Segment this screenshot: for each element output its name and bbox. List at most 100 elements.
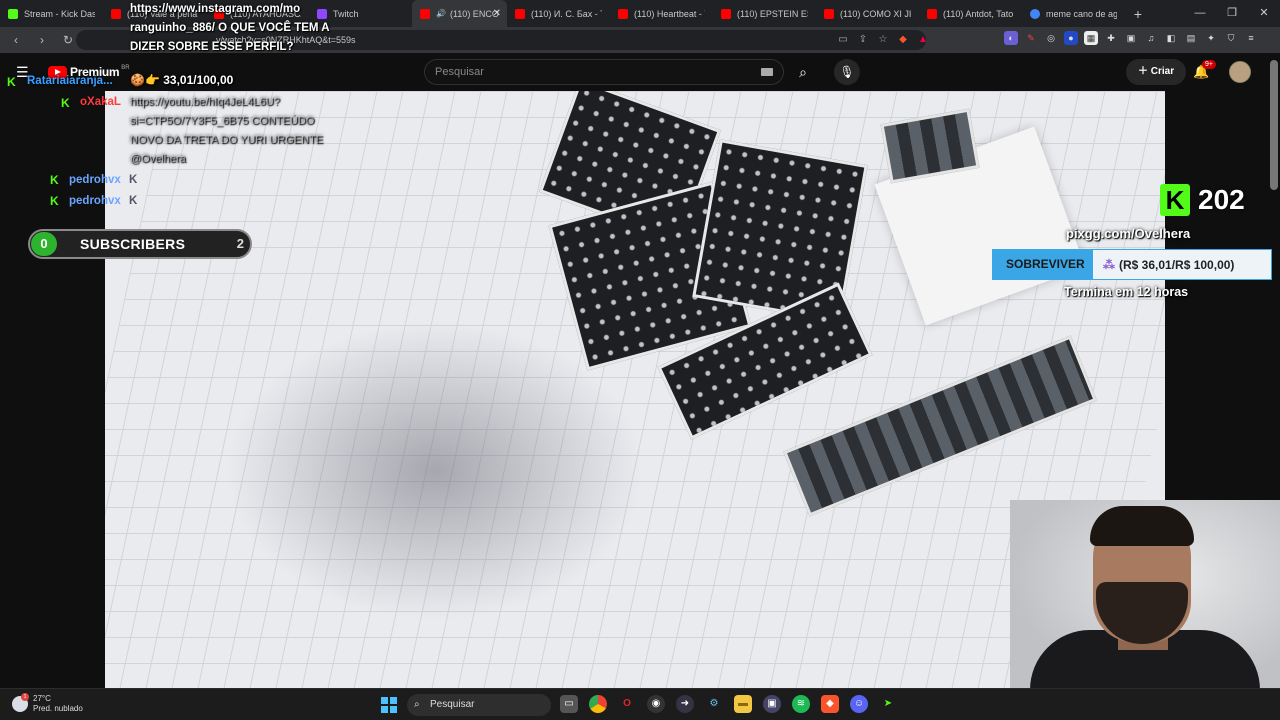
microphone-icon: 🎙 xyxy=(839,65,855,79)
goal-value: (R$ 36,01/R$ 100,00) xyxy=(1119,258,1235,272)
opera-icon[interactable]: O xyxy=(618,695,636,713)
pen-extension-icon[interactable]: ✎ xyxy=(1024,31,1038,45)
youtube-favicon-icon xyxy=(927,8,937,19)
notification-badge: 9+ xyxy=(1202,60,1216,69)
brave-icon[interactable]: ◆ xyxy=(821,695,839,713)
windows-taskbar: 1 27°C Pred. nublado ⌕ Pesquisar ▭ O ◉ ➜ ⚙… xyxy=(0,688,1280,720)
kick-badge-icon: K xyxy=(7,75,16,89)
vpn-extension-icon[interactable]: ● xyxy=(1064,31,1078,45)
arrow-app-icon[interactable]: ➜ xyxy=(676,695,694,713)
google-favicon-icon xyxy=(1030,8,1040,19)
obs-icon[interactable]: ◉ xyxy=(647,695,665,713)
forward-icon[interactable]: › xyxy=(32,33,52,47)
goal-value-box: ⁂ (R$ 36,01/R$ 100,00) xyxy=(1092,249,1272,280)
bookmark-star-icon[interactable]: ☆ xyxy=(876,33,890,47)
extension-icon[interactable]: ◐ xyxy=(1004,31,1018,45)
temperature: 27°C xyxy=(33,694,51,703)
brave-rewards-icon[interactable]: ▲ xyxy=(916,33,930,47)
goal-label: SOBREVIVER xyxy=(992,249,1092,280)
tab-youtube-3[interactable]: (110) И. С. Бах - To xyxy=(507,0,610,27)
browser-menu-icon[interactable]: ≡ xyxy=(1244,31,1258,45)
chat-message: K xyxy=(129,174,138,186)
youtube-favicon-icon xyxy=(420,8,430,19)
cloud-icon: 1 xyxy=(12,693,29,712)
glasses-extension-icon[interactable]: ◎ xyxy=(1044,31,1058,45)
taskbar-search-placeholder: Pesquisar xyxy=(430,699,475,710)
create-button[interactable]: ＋ Criar xyxy=(1126,59,1187,85)
puzzle-extensions-icon[interactable]: ✚ xyxy=(1104,31,1118,45)
new-tab-button[interactable]: + xyxy=(1125,6,1151,22)
back-icon[interactable]: ‹ xyxy=(6,33,26,47)
create-label: Criar xyxy=(1150,66,1175,77)
youtube-favicon-icon xyxy=(111,8,121,19)
folder-icon[interactable]: ▬ xyxy=(734,695,752,713)
progress-text: 33,01/100,00 xyxy=(163,73,234,87)
weather-widget[interactable]: 1 27°C Pred. nublado xyxy=(12,693,83,714)
cookie-pointer-icon: 🍪👉 xyxy=(130,73,164,87)
subscribers-current: 0 xyxy=(31,232,57,256)
search-placeholder: Pesquisar xyxy=(435,66,484,78)
media-control-icon[interactable]: ♫ xyxy=(1144,31,1158,45)
chrome-icon[interactable] xyxy=(589,695,607,713)
wallet-icon[interactable]: ▤ xyxy=(1184,31,1198,45)
tab-youtube-4[interactable]: (110) Heartbeat - Yo xyxy=(610,0,713,27)
tab-youtube-7[interactable]: (110) Antdot, Tato, xyxy=(919,0,1022,27)
vpn-shield-icon[interactable]: ⛉ xyxy=(1224,31,1238,45)
spotify-icon[interactable]: ≋ xyxy=(792,695,810,713)
person-hair xyxy=(1090,506,1194,546)
cast-icon[interactable]: ▭ xyxy=(836,33,850,47)
weather-badge: 1 xyxy=(21,693,29,701)
youtube-favicon-icon xyxy=(515,8,525,19)
search-input[interactable]: Pesquisar xyxy=(424,59,784,85)
tab-google[interactable]: meme cano de agu xyxy=(1022,0,1125,27)
goal-ends-text: Termina em 12 horas xyxy=(1064,285,1189,299)
tab-active-youtube[interactable]: 🔊 (110) ENCO ✕ xyxy=(412,0,507,27)
people-icon: ⁂ xyxy=(1103,258,1115,272)
kick-app-icon[interactable]: ➤ xyxy=(879,695,897,713)
brave-shield-icon[interactable]: ◆ xyxy=(896,33,910,47)
leo-ai-icon[interactable]: ✦ xyxy=(1204,31,1218,45)
reload-icon[interactable]: ↻ xyxy=(58,33,78,47)
chat-username: pedrohvx xyxy=(69,195,121,207)
shadow-area xyxy=(225,321,645,621)
plus-icon: ＋ xyxy=(1138,66,1151,77)
windows-start-icon[interactable] xyxy=(381,697,397,713)
discord-icon[interactable]: ☺ xyxy=(850,695,868,713)
tab-kick-dashboard[interactable]: Stream - Kick Dashb xyxy=(0,0,103,27)
kick-badge-icon: K xyxy=(50,194,59,208)
account-avatar[interactable] xyxy=(1229,61,1251,83)
search-icon: ⌕ xyxy=(799,64,807,80)
kick-count: 202 xyxy=(1198,184,1245,215)
qr-extension-icon[interactable]: ▦ xyxy=(1084,31,1098,45)
tab-youtube-5[interactable]: (110) EPSTEIN ESTÁ xyxy=(713,0,816,27)
keyboard-icon[interactable] xyxy=(761,68,773,76)
omnibox-actions: ▭ ⇪ ☆ ◆ ▲ xyxy=(836,33,930,47)
minimize-icon[interactable]: — xyxy=(1184,0,1216,27)
taskbar-search[interactable]: ⌕ Pesquisar xyxy=(407,694,551,716)
sidebar-icon[interactable]: ◧ xyxy=(1164,31,1178,45)
steam-icon[interactable]: ⚙ xyxy=(705,695,723,713)
page-scrollbar[interactable] xyxy=(1270,60,1278,190)
capture-icon[interactable]: ▣ xyxy=(763,695,781,713)
youtube-favicon-icon xyxy=(721,8,731,19)
taskbar-apps: ▭ O ◉ ➜ ⚙ ▬ ▣ ≋ ◆ ☺ ➤ xyxy=(560,695,897,713)
instagram-overlay-text: https://www.instagram.com/mo ranguinho_8… xyxy=(130,3,330,53)
progress-overlay: 🍪👉 33,01/100,00 xyxy=(130,73,233,87)
close-window-icon[interactable]: ✕ xyxy=(1248,0,1280,27)
tab-youtube-6[interactable]: (110) COMO XI JIN xyxy=(816,0,919,27)
close-tab-icon[interactable]: ✕ xyxy=(493,8,501,19)
kick-favicon-icon xyxy=(8,8,18,19)
file-explorer-icon[interactable]: ▭ xyxy=(560,695,578,713)
kick-badge-icon: K xyxy=(61,96,70,110)
screenshot-icon[interactable]: ▣ xyxy=(1124,31,1138,45)
share-icon[interactable]: ⇪ xyxy=(856,33,870,47)
voice-search-button[interactable]: 🎙 xyxy=(834,59,860,85)
video-player[interactable] xyxy=(105,91,1165,688)
pix-url: pixgg.com/Ovelhera xyxy=(1066,226,1191,241)
search-button[interactable]: ⌕ xyxy=(784,59,822,85)
faded-overlay-text: https://youtu.be/hIq4JeL4L6U? si=CTP5O/7… xyxy=(130,96,324,165)
region-code: BR xyxy=(121,65,130,71)
maximize-icon[interactable]: ❐ xyxy=(1216,0,1248,27)
speaker-icon[interactable]: 🔊 xyxy=(436,9,446,18)
subscribers-goal: 2 xyxy=(236,236,244,251)
